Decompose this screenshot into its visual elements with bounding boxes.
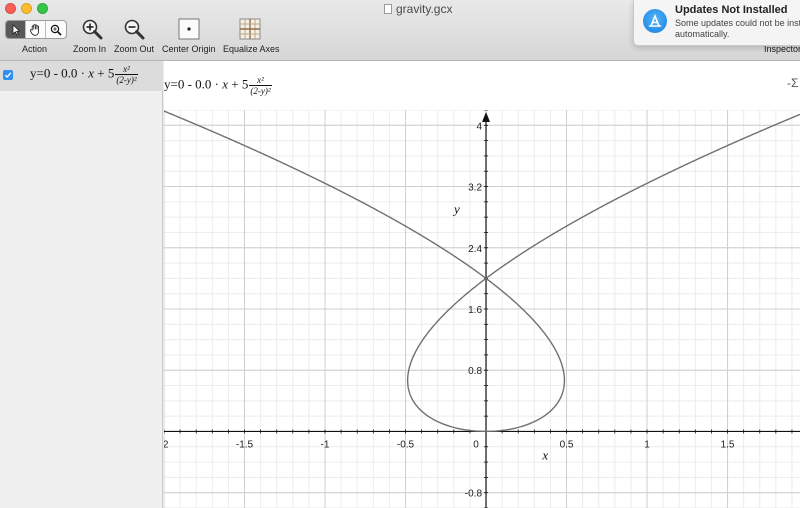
notification-body: Some updates could not be installed auto…	[675, 18, 800, 40]
notification-title: Updates Not Installed	[675, 4, 788, 16]
y-tick-label: 0.8	[468, 366, 482, 377]
equation-editor[interactable]: y=0 - 0.0 · x + 5 x² (2-y)²	[164, 75, 272, 96]
header-equation-fraction: x² (2-y)²	[249, 75, 272, 96]
notification-body-line2: automatically.	[675, 29, 730, 39]
zoom-in-label: Zoom In	[73, 44, 107, 54]
y-axis-label: y	[452, 201, 460, 216]
magnifier-icon[interactable]	[46, 21, 66, 38]
y-tick-label: 3.2	[468, 183, 482, 194]
center-origin-label: Center Origin	[162, 44, 216, 54]
arrow-cursor-icon[interactable]	[6, 21, 26, 38]
equalize-axes-label: Equalize Axes	[223, 44, 280, 54]
window-title-text: gravity.gcx	[396, 2, 453, 16]
equation-visible-checkbox[interactable]	[3, 70, 13, 80]
y-axis-arrow	[482, 112, 491, 122]
equation-numerator: x²	[115, 64, 138, 75]
y-tick-label: 1.6	[468, 305, 482, 316]
x-tick-label: 0	[473, 439, 479, 450]
graph-window: gravity.gcx Action Zoom In Zoom Out Cent…	[0, 0, 800, 508]
zoom-out-button[interactable]	[122, 18, 148, 42]
header-equation-plus-term: + 5	[228, 76, 249, 92]
header-equation-denominator: (2-y)²	[250, 86, 271, 96]
equalize-axes-button[interactable]	[238, 18, 264, 42]
sidebar-equation: y=0 - 0.0 · x + 5 x² (2-y)²	[30, 64, 138, 85]
zoom-out-icon	[124, 19, 145, 40]
x-axis-label: x	[541, 447, 548, 462]
toolbar: gravity.gcx Action Zoom In Zoom Out Cent…	[0, 0, 800, 61]
plot-curves	[164, 110, 800, 433]
action-label: Action	[22, 44, 48, 54]
equation-sidebar: y=0 - 0.0 · x + 5 x² (2-y)²	[0, 61, 163, 508]
y-tick-label: 4	[476, 121, 482, 132]
app-store-icon	[643, 9, 667, 33]
curve-series-1	[164, 110, 800, 433]
equation-fraction: x² (2-y)²	[115, 64, 138, 85]
x-tick-label: -1	[321, 439, 330, 450]
center-origin-icon	[178, 18, 200, 40]
zoom-button[interactable]	[37, 3, 48, 14]
x-tick-label: 1.5	[721, 439, 735, 450]
header-equation-numerator: x²	[249, 75, 272, 86]
equation-denominator: (2-y)²	[116, 75, 137, 85]
tick-labels: -2 -1.5 -1 -0.5 0 0.5 1 1.5 -0.8 0.8 1.6 2.4 3.2 4	[164, 121, 735, 499]
hand-icon[interactable]	[26, 21, 46, 38]
equation-plus-term: + 5	[94, 65, 115, 81]
minimize-button[interactable]	[21, 3, 32, 14]
zoom-in-button[interactable]	[80, 18, 106, 42]
x-tick-label: -1.5	[236, 439, 254, 450]
x-tick-label: -2	[164, 439, 169, 450]
x-tick-label: 1	[644, 439, 650, 450]
notification-body-line1: Some updates could not be installed	[675, 18, 800, 28]
x-tick-label: 0.5	[560, 439, 574, 450]
graph-area: y=0 - 0.0 · x + 5x²(2-y)² -Σ -2 -1.5 -1 -0.…	[164, 61, 800, 508]
equalize-axes-icon	[239, 18, 261, 40]
document-icon	[384, 4, 392, 14]
y-tick-label: 2.4	[468, 244, 482, 255]
y-tick-label: -0.8	[465, 489, 483, 500]
zoom-out-label: Zoom Out	[114, 44, 155, 54]
plot-canvas[interactable]: -2-1.5-1-0.500.511.5-0.80.81.62.43.24 x …	[164, 110, 800, 508]
window-title: gravity.gcx	[384, 2, 452, 16]
action-tool-segment[interactable]	[5, 20, 67, 39]
summary-sigma-icon[interactable]: -Σ	[787, 76, 798, 90]
equation-list-item[interactable]: y=0 - 0.0 · x + 5 x² (2-y)²	[0, 61, 163, 91]
update-notification[interactable]: Updates Not Installed Some updates could…	[633, 0, 800, 46]
center-origin-button[interactable]	[177, 18, 203, 42]
header-equation-lhs: y=0 - 0.0 ·	[164, 76, 223, 92]
x-tick-label: -0.5	[397, 439, 415, 450]
zoom-in-icon	[82, 19, 103, 40]
close-button[interactable]	[5, 3, 16, 14]
equation-lhs: y=0 - 0.0 ·	[30, 65, 89, 81]
